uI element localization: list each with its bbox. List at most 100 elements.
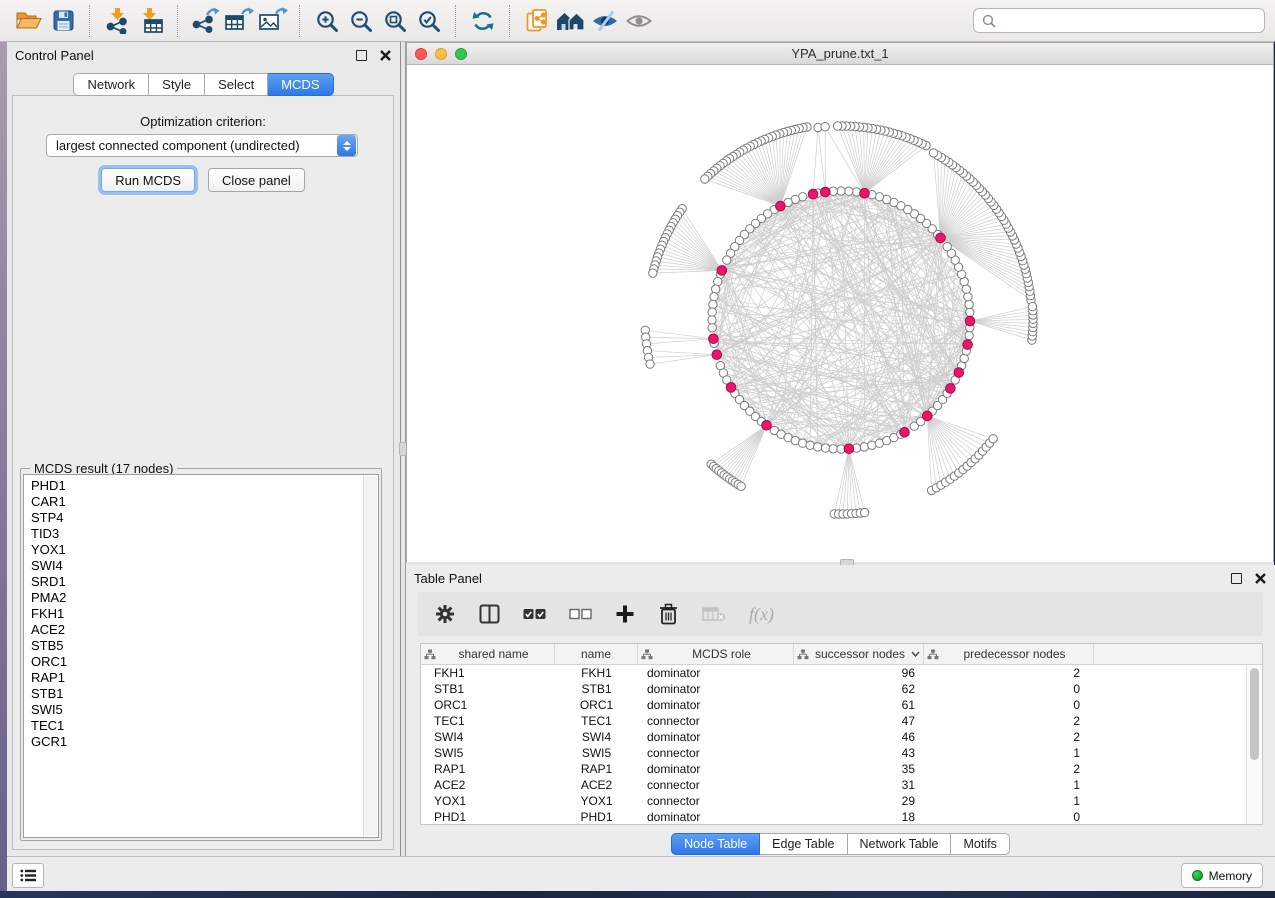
graph-node[interactable] bbox=[966, 308, 974, 316]
table-row[interactable]: ORC1ORC1dominator610 bbox=[421, 697, 1262, 713]
graph-node[interactable] bbox=[837, 187, 845, 195]
graph-hub-node[interactable] bbox=[963, 340, 973, 350]
table-cell[interactable]: 2 bbox=[924, 714, 1094, 728]
export-table-icon[interactable] bbox=[222, 4, 256, 38]
close-panel-button[interactable]: Close panel bbox=[208, 168, 305, 192]
tab-style[interactable]: Style bbox=[149, 73, 205, 96]
mcds-result-item[interactable]: PHD1 bbox=[31, 478, 378, 494]
graph-node[interactable] bbox=[814, 443, 822, 451]
table-cell[interactable]: STB1 bbox=[555, 682, 638, 696]
graph-node[interactable] bbox=[860, 443, 868, 451]
table-scrollbar[interactable] bbox=[1246, 665, 1262, 824]
table-cell[interactable]: 61 bbox=[794, 698, 924, 712]
graph-node[interactable] bbox=[649, 269, 657, 277]
task-history-button[interactable] bbox=[12, 863, 44, 888]
table-row[interactable]: SWI5SWI5connector431 bbox=[421, 745, 1262, 761]
mcds-result-item[interactable]: GCR1 bbox=[31, 734, 378, 750]
close-panel-icon[interactable] bbox=[1254, 572, 1267, 585]
float-window-icon[interactable] bbox=[356, 50, 367, 61]
mcds-result-item[interactable]: SWI4 bbox=[31, 558, 378, 574]
graph-node[interactable] bbox=[833, 122, 841, 130]
table-cell[interactable]: dominator bbox=[638, 666, 794, 680]
graph-node[interactable] bbox=[710, 293, 718, 301]
table-cell[interactable]: 31 bbox=[794, 778, 924, 792]
table-row[interactable]: SWI4SWI4dominator462 bbox=[421, 729, 1262, 745]
table-cell[interactable]: 46 bbox=[794, 730, 924, 744]
table-cell[interactable]: 1 bbox=[924, 794, 1094, 808]
graph-node[interactable] bbox=[701, 175, 709, 183]
graph-hub-node[interactable] bbox=[712, 350, 722, 360]
table-cell[interactable]: connector bbox=[638, 778, 794, 792]
open-file-icon[interactable] bbox=[12, 4, 46, 38]
tab-network-table[interactable]: Network Table bbox=[848, 833, 952, 855]
copy-network-icon[interactable] bbox=[520, 4, 554, 38]
home-layout-icon[interactable] bbox=[554, 4, 588, 38]
minimize-window-icon[interactable] bbox=[435, 48, 447, 60]
graph-hub-node[interactable] bbox=[965, 316, 975, 326]
table-cell[interactable]: 2 bbox=[924, 666, 1094, 680]
maximize-window-icon[interactable] bbox=[455, 48, 467, 60]
table-cell[interactable]: dominator bbox=[638, 810, 794, 824]
graph-hub-node[interactable] bbox=[762, 421, 772, 431]
zoom-selected-icon[interactable] bbox=[412, 4, 446, 38]
mcds-result-item[interactable]: RAP1 bbox=[31, 670, 378, 686]
float-window-icon[interactable] bbox=[1231, 573, 1242, 584]
tab-edge-table[interactable]: Edge Table bbox=[760, 833, 847, 855]
mcds-result-item[interactable]: CAR1 bbox=[31, 494, 378, 510]
graph-node[interactable] bbox=[806, 441, 814, 449]
mcds-result-list[interactable]: PHD1CAR1STP4TID3YOX1SWI4SRD1PMA2FKH1ACE2… bbox=[23, 474, 379, 838]
table-cell[interactable]: SWI4 bbox=[555, 730, 638, 744]
graph-node[interactable] bbox=[989, 435, 997, 443]
close-window-icon[interactable] bbox=[415, 48, 427, 60]
mcds-result-item[interactable]: SRD1 bbox=[31, 574, 378, 590]
memory-button[interactable]: Memory bbox=[1181, 863, 1263, 888]
mcds-result-item[interactable]: PMA2 bbox=[31, 590, 378, 606]
mcds-result-item[interactable]: STB5 bbox=[31, 638, 378, 654]
column-header-mcds-role[interactable]: MCDS role bbox=[638, 644, 794, 664]
table-cell[interactable]: RAP1 bbox=[555, 762, 638, 776]
table-cell[interactable]: ACE2 bbox=[421, 778, 555, 792]
unselect-all-columns-icon[interactable] bbox=[569, 608, 592, 620]
search-input[interactable] bbox=[1001, 12, 1264, 29]
mcds-result-item[interactable]: STB1 bbox=[31, 686, 378, 702]
graph-node[interactable] bbox=[737, 482, 745, 490]
table-cell[interactable]: dominator bbox=[638, 730, 794, 744]
graph-node[interactable] bbox=[821, 123, 829, 131]
table-cell[interactable]: FKH1 bbox=[555, 666, 638, 680]
table-cell[interactable]: 47 bbox=[794, 714, 924, 728]
mcds-result-item[interactable]: TID3 bbox=[31, 526, 378, 542]
run-mcds-button[interactable]: Run MCDS bbox=[101, 168, 195, 192]
table-cell[interactable]: 35 bbox=[794, 762, 924, 776]
table-cell[interactable]: 0 bbox=[924, 682, 1094, 696]
table-cell[interactable]: 1 bbox=[924, 746, 1094, 760]
graph-node[interactable] bbox=[964, 293, 972, 301]
column-header-shared-name[interactable]: shared name bbox=[421, 644, 555, 664]
table-row[interactable]: YOX1YOX1connector291 bbox=[421, 793, 1262, 809]
hide-graphics-icon[interactable] bbox=[588, 4, 622, 38]
graph-hub-node[interactable] bbox=[844, 444, 854, 454]
table-row[interactable]: RAP1RAP1dominator352 bbox=[421, 761, 1262, 777]
mcds-result-item[interactable]: TEC1 bbox=[31, 718, 378, 734]
graph-node[interactable] bbox=[965, 300, 973, 308]
table-cell[interactable]: STB1 bbox=[421, 682, 555, 696]
zoom-out-icon[interactable] bbox=[344, 4, 378, 38]
import-network-icon[interactable] bbox=[100, 4, 134, 38]
select-all-columns-icon[interactable] bbox=[523, 608, 546, 620]
mcds-result-item[interactable]: FKH1 bbox=[31, 606, 378, 622]
table-cell[interactable]: SWI4 bbox=[421, 730, 555, 744]
table-row[interactable]: STB1STB1dominator620 bbox=[421, 681, 1262, 697]
column-header-predecessor-nodes[interactable]: predecessor nodes bbox=[924, 644, 1094, 664]
export-image-icon[interactable] bbox=[256, 4, 290, 38]
table-cell[interactable]: ORC1 bbox=[555, 698, 638, 712]
table-cell[interactable]: ORC1 bbox=[421, 698, 555, 712]
graph-node[interactable] bbox=[1028, 302, 1036, 310]
graph-node[interactable] bbox=[943, 243, 951, 251]
graph-node[interactable] bbox=[709, 300, 717, 308]
graph-node[interactable] bbox=[821, 444, 829, 452]
table-row[interactable]: FKH1FKH1dominator962 bbox=[421, 665, 1262, 681]
table-cell[interactable]: ACE2 bbox=[555, 778, 638, 792]
close-panel-icon[interactable] bbox=[379, 49, 392, 62]
graph-hub-node[interactable] bbox=[808, 189, 818, 199]
create-column-plus-icon[interactable] bbox=[615, 604, 635, 624]
table-cell[interactable]: dominator bbox=[638, 698, 794, 712]
